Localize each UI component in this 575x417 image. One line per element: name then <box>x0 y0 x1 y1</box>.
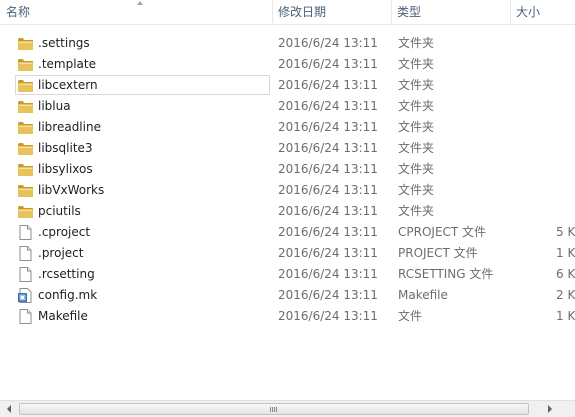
file-type: 文件夹 <box>398 204 435 218</box>
grip-icon <box>270 407 278 412</box>
file-date: 2016/6/24 13:11 <box>278 57 378 71</box>
file-date: 2016/6/24 13:11 <box>278 120 378 134</box>
file-name: .settings <box>38 36 90 50</box>
file-name: .template <box>38 57 96 71</box>
file-row[interactable]: pciutils 2016/6/24 13:11 文件夹 <box>0 201 575 222</box>
file-name: libreadline <box>38 120 101 134</box>
folder-icon <box>17 57 34 72</box>
file-row[interactable]: libsylixos 2016/6/24 13:11 文件夹 <box>0 159 575 180</box>
file-name: config.mk <box>38 288 98 302</box>
file-size: 6 K <box>556 267 575 281</box>
column-header-size[interactable]: 大小 <box>510 0 575 25</box>
file-row[interactable]: .template 2016/6/24 13:11 文件夹 <box>0 54 575 75</box>
file-date: 2016/6/24 13:11 <box>278 309 378 323</box>
file-row[interactable]: Makefile 2016/6/24 13:11 文件 1 K <box>0 306 575 327</box>
file-row[interactable]: .cproject 2016/6/24 13:11 CPROJECT 文件 5 K <box>0 222 575 243</box>
folder-icon <box>17 141 34 156</box>
file-date: 2016/6/24 13:11 <box>278 183 378 197</box>
scrollbar-thumb[interactable] <box>19 403 529 415</box>
arrow-right-icon <box>547 405 552 413</box>
file-name: libsylixos <box>38 162 93 176</box>
file-size: 5 K <box>556 225 575 239</box>
file-row[interactable]: .rcsetting 2016/6/24 13:11 RCSETTING 文件 6 K <box>0 264 575 285</box>
file-date: 2016/6/24 13:11 <box>278 141 378 155</box>
file-row[interactable]: libVxWorks 2016/6/24 13:11 文件夹 <box>0 180 575 201</box>
file-type: 文件夹 <box>398 36 435 50</box>
file-size: 1 K <box>556 309 575 323</box>
file-type: CPROJECT 文件 <box>398 225 487 239</box>
file-type: 文件夹 <box>398 57 435 71</box>
folder-icon <box>17 183 34 198</box>
folder-icon <box>17 204 34 219</box>
makefile-icon <box>17 288 34 303</box>
file-icon <box>17 225 34 240</box>
file-type: Makefile <box>398 288 448 302</box>
file-type: 文件 <box>398 309 423 323</box>
file-type: 文件夹 <box>398 120 435 134</box>
file-name: .cproject <box>38 225 91 239</box>
column-header-type[interactable]: 类型 <box>391 0 511 25</box>
file-name: liblua <box>38 99 71 113</box>
file-type: 文件夹 <box>398 141 435 155</box>
file-name: libVxWorks <box>38 183 105 197</box>
column-header-name-label: 名称 <box>6 5 31 19</box>
column-header-type-label: 类型 <box>397 5 422 19</box>
file-name: .rcsetting <box>38 267 95 281</box>
file-icon <box>17 246 34 261</box>
file-date: 2016/6/24 13:11 <box>278 246 378 260</box>
column-header-size-label: 大小 <box>516 5 541 19</box>
file-row[interactable]: libreadline 2016/6/24 13:11 文件夹 <box>0 117 575 138</box>
sort-ascending-icon <box>137 1 143 5</box>
column-header-date-label: 修改日期 <box>278 5 327 19</box>
file-row[interactable]: libcextern 2016/6/24 13:11 文件夹 <box>0 75 575 96</box>
file-date: 2016/6/24 13:11 <box>278 162 378 176</box>
file-type: RCSETTING 文件 <box>398 267 494 281</box>
file-type: 文件夹 <box>398 99 435 113</box>
file-name: libcextern <box>38 78 98 92</box>
file-icon <box>17 309 34 324</box>
file-type: 文件夹 <box>398 162 435 176</box>
arrow-left-icon <box>6 405 11 413</box>
file-name: Makefile <box>38 309 88 323</box>
file-row[interactable]: libsqlite3 2016/6/24 13:11 文件夹 <box>0 138 575 159</box>
file-name: pciutils <box>38 204 81 218</box>
file-date: 2016/6/24 13:11 <box>278 78 378 92</box>
file-icon <box>17 267 34 282</box>
file-size: 1 K <box>556 246 575 260</box>
folder-icon <box>17 120 34 135</box>
folder-icon <box>17 162 34 177</box>
file-date: 2016/6/24 13:11 <box>278 267 378 281</box>
file-size: 2 K <box>556 288 575 302</box>
file-name: .project <box>38 246 84 260</box>
file-row[interactable]: .project 2016/6/24 13:11 PROJECT 文件 1 K <box>0 243 575 264</box>
file-date: 2016/6/24 13:11 <box>278 225 378 239</box>
column-header-date[interactable]: 修改日期 <box>272 0 392 25</box>
file-type: PROJECT 文件 <box>398 246 478 260</box>
column-header-name[interactable]: 名称 <box>0 0 272 25</box>
file-type: 文件夹 <box>398 183 435 197</box>
file-row[interactable]: liblua 2016/6/24 13:11 文件夹 <box>0 96 575 117</box>
file-type: 文件夹 <box>398 78 435 92</box>
file-date: 2016/6/24 13:11 <box>278 204 378 218</box>
scroll-left-button[interactable] <box>0 401 17 417</box>
folder-icon <box>17 99 34 114</box>
file-name: libsqlite3 <box>38 141 93 155</box>
file-row[interactable]: .settings 2016/6/24 13:11 文件夹 <box>0 33 575 54</box>
file-date: 2016/6/24 13:11 <box>278 288 378 302</box>
file-date: 2016/6/24 13:11 <box>278 99 378 113</box>
scroll-right-button[interactable] <box>541 401 558 417</box>
column-header-bar: 名称 修改日期 类型 大小 <box>0 0 575 25</box>
folder-icon <box>17 36 34 51</box>
file-date: 2016/6/24 13:11 <box>278 36 378 50</box>
file-row[interactable]: config.mk 2016/6/24 13:11 Makefile 2 K <box>0 285 575 306</box>
folder-icon <box>17 78 34 93</box>
horizontal-scrollbar[interactable] <box>0 400 575 417</box>
